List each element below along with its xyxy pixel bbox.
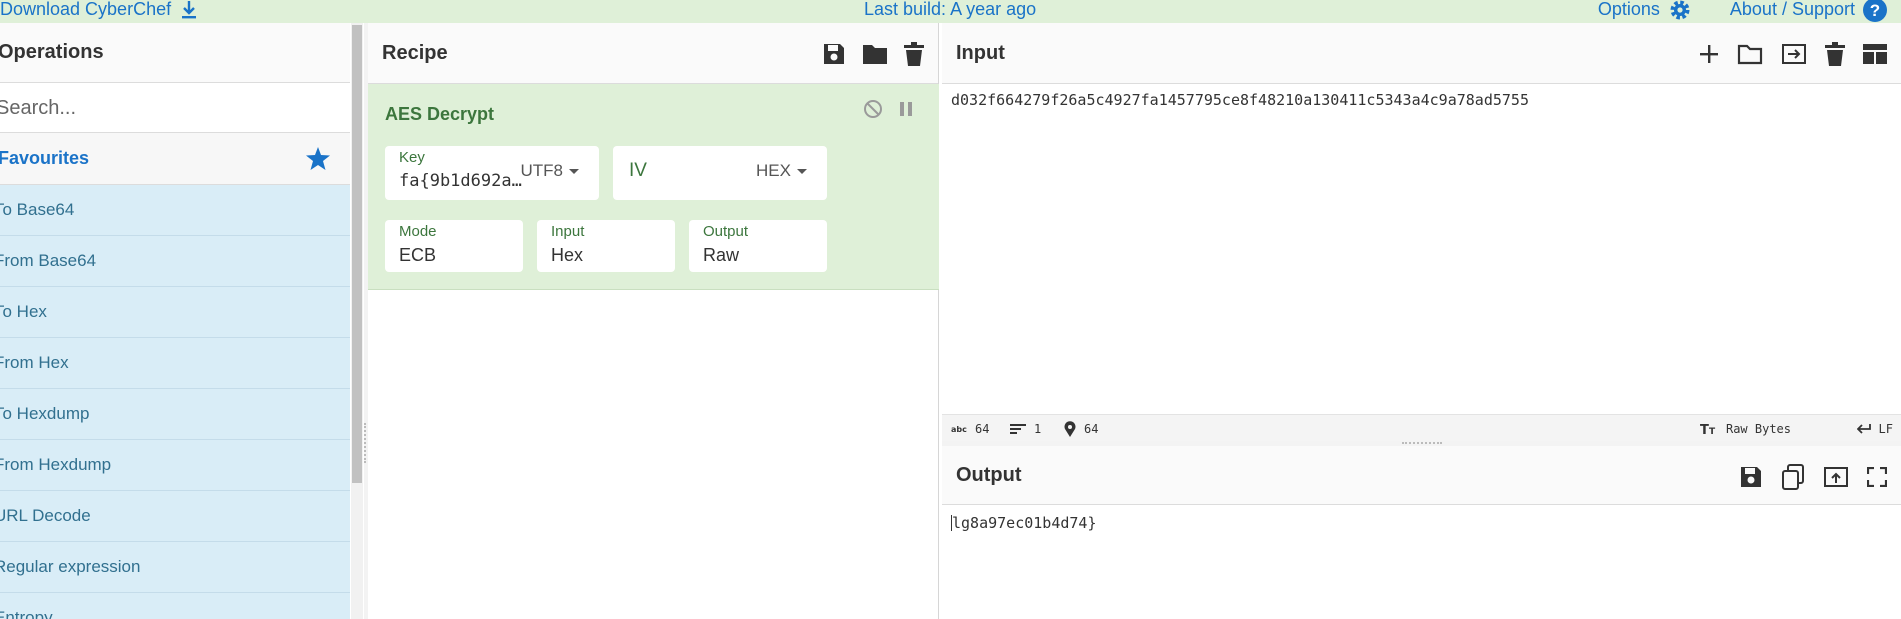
output-pane: Output lg8a97ec01b4d74} [942, 446, 1901, 619]
save-icon[interactable] [1739, 465, 1763, 489]
copy-icon[interactable] [1781, 463, 1805, 490]
operation-item[interactable]: URL Decode [0, 491, 350, 542]
input-title: Input [956, 41, 1005, 64]
svg-text:?: ? [1870, 1, 1880, 20]
open-folder-icon[interactable] [1737, 43, 1763, 65]
output-format-value[interactable]: Raw [703, 245, 739, 266]
operation-item[interactable]: Entropy [0, 593, 350, 619]
input-lines-value: 1 [1034, 421, 1042, 436]
output-format-field[interactable]: Output Raw [689, 220, 827, 272]
recipe-operation-aes-decrypt[interactable]: AES Decrypt Key fa{9b1d692a… UTF8 IV HEX [368, 84, 939, 290]
key-field[interactable]: Key fa{9b1d692a… UTF8 [385, 146, 599, 200]
svg-text:abc: abc [951, 425, 967, 434]
iv-encoding-value[interactable]: HEX [756, 161, 791, 181]
output-text-area[interactable]: lg8a97ec01b4d74} [951, 514, 1097, 532]
save-icon[interactable] [822, 42, 846, 66]
layout-icon[interactable] [1863, 43, 1887, 64]
about-support-link[interactable]: About / Support [1730, 0, 1855, 20]
lines-icon [1010, 423, 1026, 435]
options-link[interactable]: Options [1598, 0, 1660, 20]
iv-label: IV [629, 160, 647, 181]
last-build-text: Last build: A year ago [864, 0, 1037, 19]
maximise-icon[interactable] [1867, 466, 1887, 487]
input-format-field[interactable]: Input Hex [537, 220, 675, 272]
download-label[interactable]: Download CyberChef [0, 0, 171, 20]
encoding-selector[interactable]: TT Raw Bytes [1700, 415, 1791, 442]
mode-label: Mode [399, 223, 437, 240]
chevron-down-icon[interactable] [569, 168, 579, 174]
cursor-position-value: 64 [1084, 421, 1099, 436]
operation-item[interactable]: From Base64 [0, 236, 350, 287]
iv-encoding-dropdown[interactable]: HEX [756, 161, 807, 181]
input-length-value: 64 [975, 421, 990, 436]
abc-length-icon: abc [951, 424, 967, 434]
key-label: Key [399, 149, 425, 166]
operation-name: AES Decrypt [385, 104, 495, 124]
output-header: Output [942, 446, 1901, 505]
eol-value[interactable]: LF [1879, 422, 1893, 436]
svg-text:T: T [1700, 423, 1709, 435]
operations-title: Operations [0, 23, 350, 83]
mode-field[interactable]: Mode ECB [385, 220, 523, 272]
search-box[interactable] [0, 84, 350, 133]
operation-item[interactable]: To Hexdump [0, 389, 350, 440]
disable-icon[interactable] [863, 99, 883, 119]
download-icon[interactable] [181, 0, 197, 19]
trash-icon[interactable] [1825, 41, 1845, 66]
operation-list: To Base64 From Base64 To Hex From Hex To… [0, 185, 350, 619]
operation-item[interactable]: To Base64 [0, 185, 350, 236]
pause-icon[interactable] [899, 101, 913, 117]
operations-pane: Operations Favourites To Base64 From Bas… [0, 23, 363, 619]
output-title: Output [956, 463, 1022, 486]
return-arrow-icon[interactable] [1856, 423, 1871, 435]
search-input[interactable] [0, 84, 346, 132]
input-text-area[interactable]: d032f664279f26a5c4927fa1457795ce8f48210a… [951, 91, 1529, 109]
svg-text:T: T [1709, 427, 1716, 435]
input-header: Input [942, 23, 1901, 84]
mode-value[interactable]: ECB [399, 245, 436, 266]
favourites-label[interactable]: Favourites [0, 148, 89, 169]
open-file-icon[interactable] [1781, 43, 1807, 65]
scrollbar-thumb[interactable] [352, 25, 362, 483]
input-status-bar: abc 64 1 64 TT Raw Bytes LF [942, 414, 1901, 441]
input-format-label: Input [551, 223, 585, 240]
favourites-category[interactable]: Favourites [0, 133, 350, 185]
operation-item[interactable]: Regular expression [0, 542, 350, 593]
operations-scrollbar[interactable] [351, 23, 363, 619]
trash-icon[interactable] [904, 41, 924, 66]
output-text[interactable]: lg8a97ec01b4d74} [952, 514, 1097, 532]
folder-icon[interactable] [862, 43, 888, 65]
replace-input-icon[interactable] [1823, 466, 1849, 488]
recipe-pane: Recipe AES Decrypt Key fa{9b1d692a… UTF8… [368, 23, 939, 619]
input-pane: Input d032f664279f26a5c4927fa1457795ce8f… [942, 23, 1901, 441]
operation-item[interactable]: From Hex [0, 338, 350, 389]
operation-item[interactable]: To Hex [0, 287, 350, 338]
star-icon[interactable] [306, 147, 330, 170]
recipe-title: Recipe [382, 41, 448, 64]
map-pin-icon [1064, 420, 1076, 437]
top-banner: Download CyberChef Last build: A year ag… [0, 0, 1901, 23]
download-cyberchef-link[interactable]: Download CyberChef [0, 0, 197, 21]
input-format-value[interactable]: Hex [551, 245, 583, 266]
key-encoding-value[interactable]: UTF8 [521, 161, 564, 181]
iv-field[interactable]: IV HEX [613, 146, 827, 200]
help-icon[interactable]: ? [1863, 0, 1887, 22]
operation-item[interactable]: From Hexdump [0, 440, 350, 491]
gear-icon[interactable] [1668, 0, 1692, 22]
encoding-value[interactable]: Raw Bytes [1726, 422, 1791, 436]
key-encoding-dropdown[interactable]: UTF8 [521, 161, 579, 181]
plus-icon[interactable] [1699, 44, 1719, 64]
eol-selector[interactable]: LF [1856, 415, 1893, 442]
chevron-down-icon[interactable] [797, 168, 807, 174]
recipe-header: Recipe [368, 23, 938, 84]
output-format-label: Output [703, 223, 749, 240]
key-value[interactable]: fa{9b1d692a… [399, 171, 539, 191]
text-size-icon[interactable]: TT [1700, 422, 1718, 435]
